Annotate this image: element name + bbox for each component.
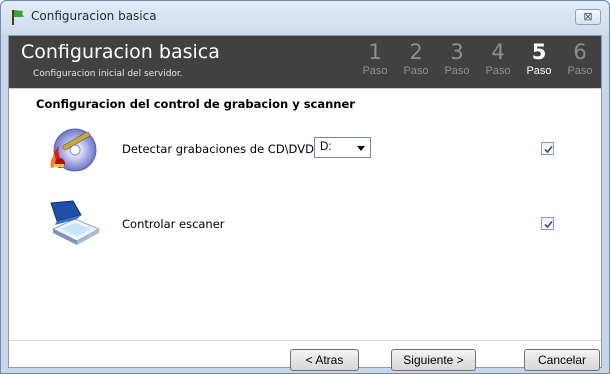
back-button[interactable]: < Atras xyxy=(290,349,359,371)
cd-burner-icon xyxy=(50,128,97,172)
drive-select-value: D: xyxy=(320,141,332,153)
scanner-icon xyxy=(50,200,101,245)
step-5-active: 5 Paso xyxy=(526,40,552,77)
step-3: 3 Paso xyxy=(444,40,470,77)
checkmark-icon xyxy=(544,220,553,229)
header-subtitle: Configuracion inicial del servidor. xyxy=(33,69,183,79)
step-1: 1 Paso xyxy=(362,40,388,77)
scanner-label: Controlar escaner xyxy=(122,217,225,231)
step-2: 2 Paso xyxy=(403,40,429,77)
step-4: 4 Paso xyxy=(485,40,511,77)
wizard-window: Configuracion basica ⊠ Configuracion bas… xyxy=(0,0,610,374)
title-bar[interactable]: Configuracion basica ⊠ xyxy=(1,1,609,35)
window-title: Configuracion basica xyxy=(31,9,157,23)
header-title: Configuracion basica xyxy=(21,41,220,63)
drive-select[interactable]: D: xyxy=(314,137,371,158)
checkmark-icon xyxy=(544,145,553,154)
close-icon: ⊠ xyxy=(583,10,593,23)
chevron-down-icon xyxy=(357,146,365,151)
cd-detect-label: Detectar grabaciones de CD\DVD xyxy=(122,142,314,156)
header-divider xyxy=(9,88,601,89)
green-flag-icon xyxy=(12,10,24,25)
next-button[interactable]: Siguiente > xyxy=(391,349,476,371)
wizard-content: Configuracion basica Configuracion inici… xyxy=(8,35,602,371)
cancel-button[interactable]: Cancelar xyxy=(524,349,600,371)
section-title: Configuracion del control de grabacion y… xyxy=(36,97,355,111)
cd-detect-checkbox[interactable] xyxy=(541,142,554,155)
close-button[interactable]: ⊠ xyxy=(575,9,601,25)
step-6: 6 Paso xyxy=(567,40,593,77)
scanner-checkbox[interactable] xyxy=(541,217,554,230)
footer-divider xyxy=(9,340,601,341)
wizard-header: Configuracion basica Configuracion inici… xyxy=(9,36,601,88)
